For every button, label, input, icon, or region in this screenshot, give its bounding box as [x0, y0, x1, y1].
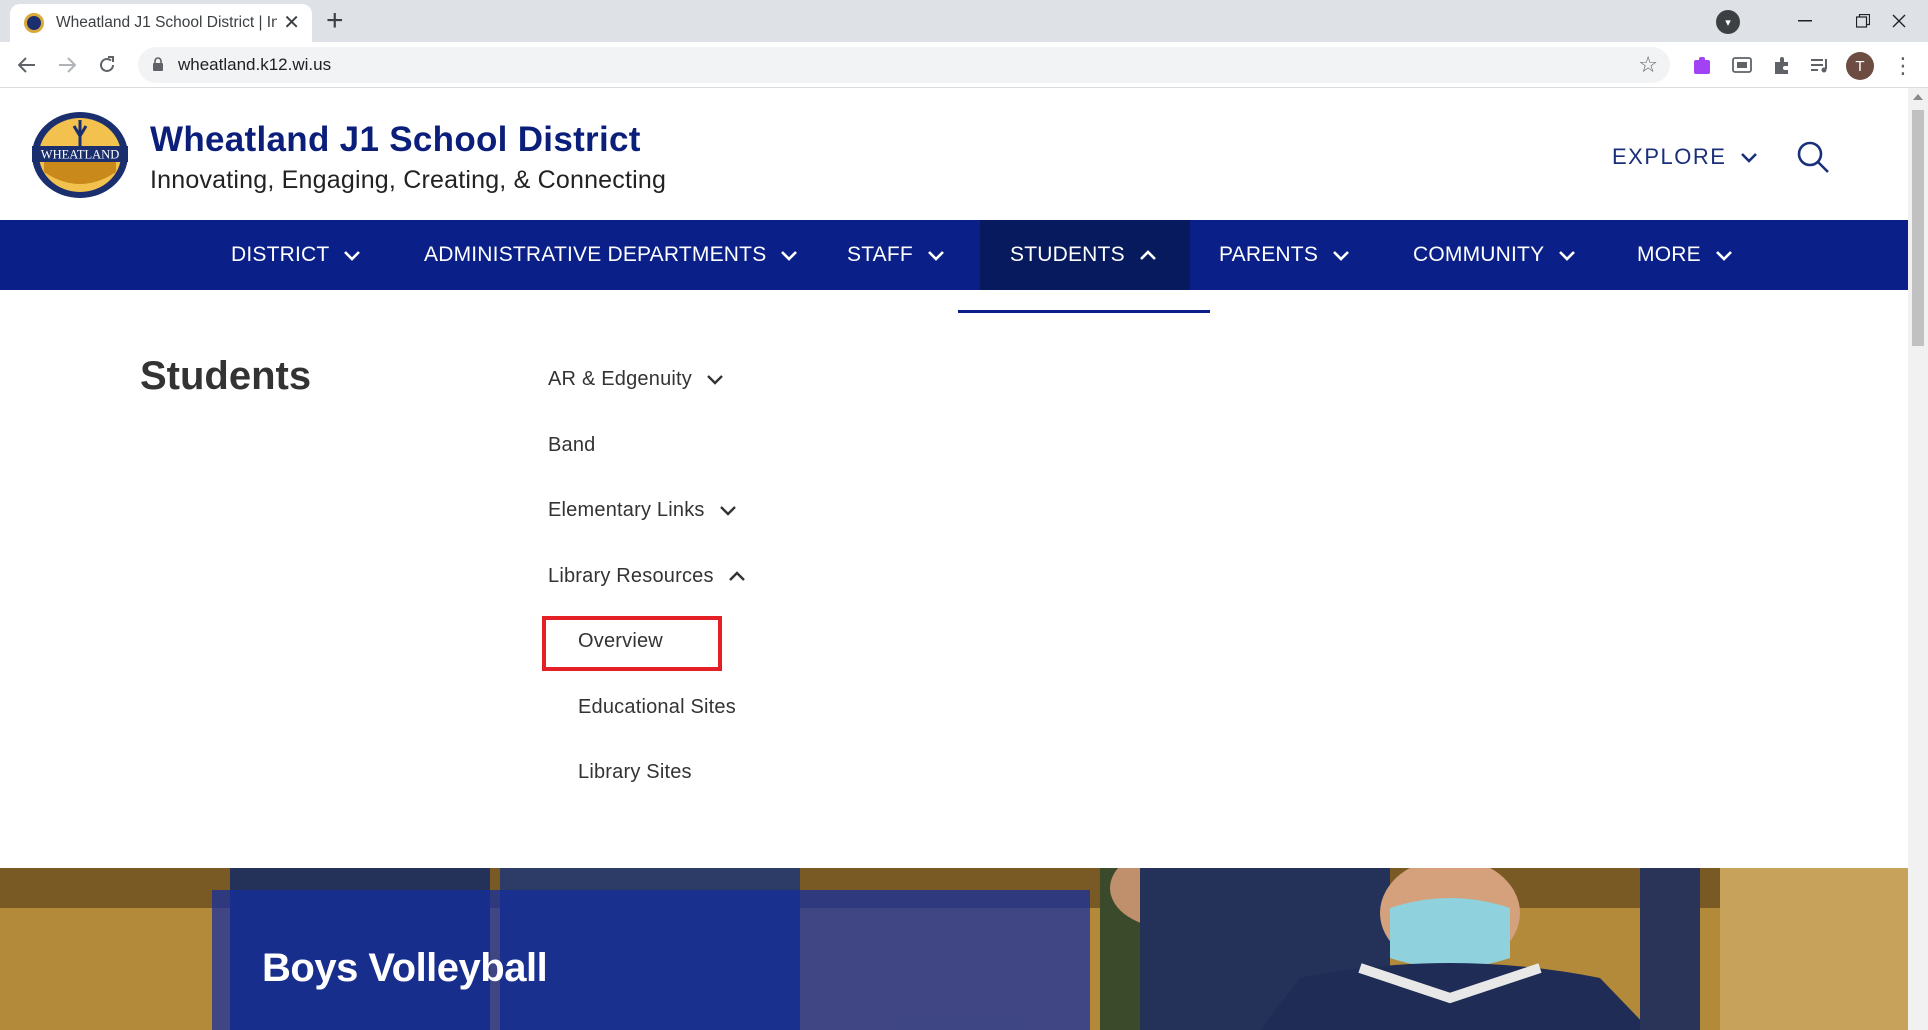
- menu-item-label: Elementary Links: [548, 499, 705, 521]
- tab-title: Wheatland J1 School District | Inn: [56, 14, 278, 31]
- forward-icon[interactable]: [50, 48, 84, 82]
- chevron-down-icon: [1715, 250, 1732, 261]
- logo-text: WHEATLAND: [41, 148, 119, 162]
- browser-tabstrip: Wheatland J1 School District | Inn ✕ + ▾: [0, 0, 1928, 42]
- site-header: WHEATLAND Wheatland J1 School District I…: [0, 88, 1908, 220]
- reload-icon[interactable]: [90, 48, 124, 82]
- nav-item-students[interactable]: STUDENTS: [980, 220, 1190, 290]
- scroll-up-icon[interactable]: [1913, 94, 1923, 100]
- url-text: wheatland.k12.wi.us: [178, 55, 332, 74]
- address-bar[interactable]: wheatland.k12.wi.us ☆: [138, 47, 1670, 83]
- back-icon[interactable]: [10, 48, 44, 82]
- lock-icon: [153, 57, 163, 71]
- nav-item-label: STUDENTS: [1010, 243, 1125, 266]
- nav-item-staff[interactable]: STAFF: [847, 220, 945, 290]
- profile-avatar[interactable]: T: [1846, 52, 1874, 80]
- nav-item-label: MORE: [1637, 243, 1701, 266]
- menu-item-band[interactable]: Band: [548, 434, 596, 457]
- active-nav-underline: [958, 310, 1210, 313]
- search-icon[interactable]: [1796, 140, 1830, 174]
- chevron-down-icon: [1333, 250, 1349, 261]
- nav-item-label: STAFF: [847, 243, 913, 266]
- nav-item-label: ADMINISTRATIVE DEPARTMENTS: [424, 243, 767, 266]
- site-name[interactable]: Wheatland J1 School District: [150, 120, 641, 160]
- nav-item-more[interactable]: MORE: [1637, 220, 1733, 290]
- browser-menu-icon[interactable]: ⋮: [1892, 52, 1914, 80]
- browser-toolbar: wheatland.k12.wi.us ☆ T ⋮: [0, 42, 1928, 88]
- nav-item-label: DISTRICT: [231, 243, 330, 266]
- chevron-up-icon: [1139, 249, 1156, 260]
- media-queue-icon[interactable]: [1808, 54, 1832, 78]
- chevron-down-icon: [928, 250, 944, 261]
- menu-item-library-resources[interactable]: Library Resources: [548, 565, 746, 588]
- submenu-item-educational-sites[interactable]: Educational Sites: [578, 696, 736, 719]
- hero-title[interactable]: Boys Volleyball: [262, 946, 548, 991]
- extensions-icon[interactable]: [1770, 54, 1794, 78]
- menu-item-ar-edgenuity[interactable]: AR & Edgenuity: [548, 368, 724, 391]
- menu-item-label: AR & Edgenuity: [548, 368, 692, 390]
- nav-item-parents[interactable]: PARENTS: [1219, 220, 1350, 290]
- main-navigation: DISTRICT ADMINISTRATIVE DEPARTMENTS STAF…: [0, 220, 1908, 290]
- district-logo[interactable]: WHEATLAND: [30, 110, 130, 200]
- nav-item-district[interactable]: DISTRICT: [231, 220, 361, 290]
- submenu-item-label: Educational Sites: [578, 696, 736, 718]
- cast-icon[interactable]: [1730, 54, 1754, 78]
- web-page: WHEATLAND Wheatland J1 School District I…: [0, 88, 1908, 1030]
- menu-item-label: Band: [548, 434, 596, 456]
- mega-menu-title: Students: [140, 354, 312, 398]
- close-window-icon[interactable]: [1870, 0, 1928, 42]
- explore-button[interactable]: EXPLORE: [1612, 144, 1758, 170]
- chevron-down-icon: [781, 250, 798, 261]
- menu-item-label: Library Resources: [548, 565, 714, 587]
- explore-label: EXPLORE: [1612, 144, 1727, 169]
- chevron-down-icon: [719, 506, 736, 516]
- tab-close-icon[interactable]: ✕: [283, 13, 300, 33]
- site-favicon-icon: [24, 13, 44, 33]
- browser-tab[interactable]: Wheatland J1 School District | Inn ✕: [10, 4, 312, 42]
- chevron-up-icon: [728, 571, 745, 581]
- page-scrollbar[interactable]: [1908, 88, 1928, 1030]
- submenu-item-library-sites[interactable]: Library Sites: [578, 761, 692, 784]
- nav-item-label: PARENTS: [1219, 243, 1319, 266]
- extension-puzzle-purple-icon[interactable]: [1690, 54, 1714, 78]
- chevron-down-icon: [1741, 152, 1758, 163]
- chevron-down-icon: [1559, 250, 1576, 261]
- minimize-icon[interactable]: [1776, 0, 1834, 42]
- nav-item-label: COMMUNITY: [1413, 243, 1545, 266]
- submenu-item-label: Library Sites: [578, 761, 692, 783]
- bookmark-star-icon[interactable]: ☆: [1638, 52, 1658, 78]
- chevron-down-icon: [707, 375, 723, 385]
- highlight-box: [542, 616, 722, 671]
- nav-item-administrative-departments[interactable]: ADMINISTRATIVE DEPARTMENTS: [424, 220, 798, 290]
- chevron-down-icon: [344, 250, 361, 261]
- new-tab-icon[interactable]: +: [326, 6, 344, 36]
- nav-item-community[interactable]: COMMUNITY: [1413, 220, 1576, 290]
- site-tagline: Innovating, Engaging, Creating, & Connec…: [150, 166, 667, 194]
- scrollbar-thumb[interactable]: [1912, 110, 1924, 346]
- tab-search-icon[interactable]: ▾: [1716, 10, 1740, 34]
- menu-item-elementary-links[interactable]: Elementary Links: [548, 499, 737, 522]
